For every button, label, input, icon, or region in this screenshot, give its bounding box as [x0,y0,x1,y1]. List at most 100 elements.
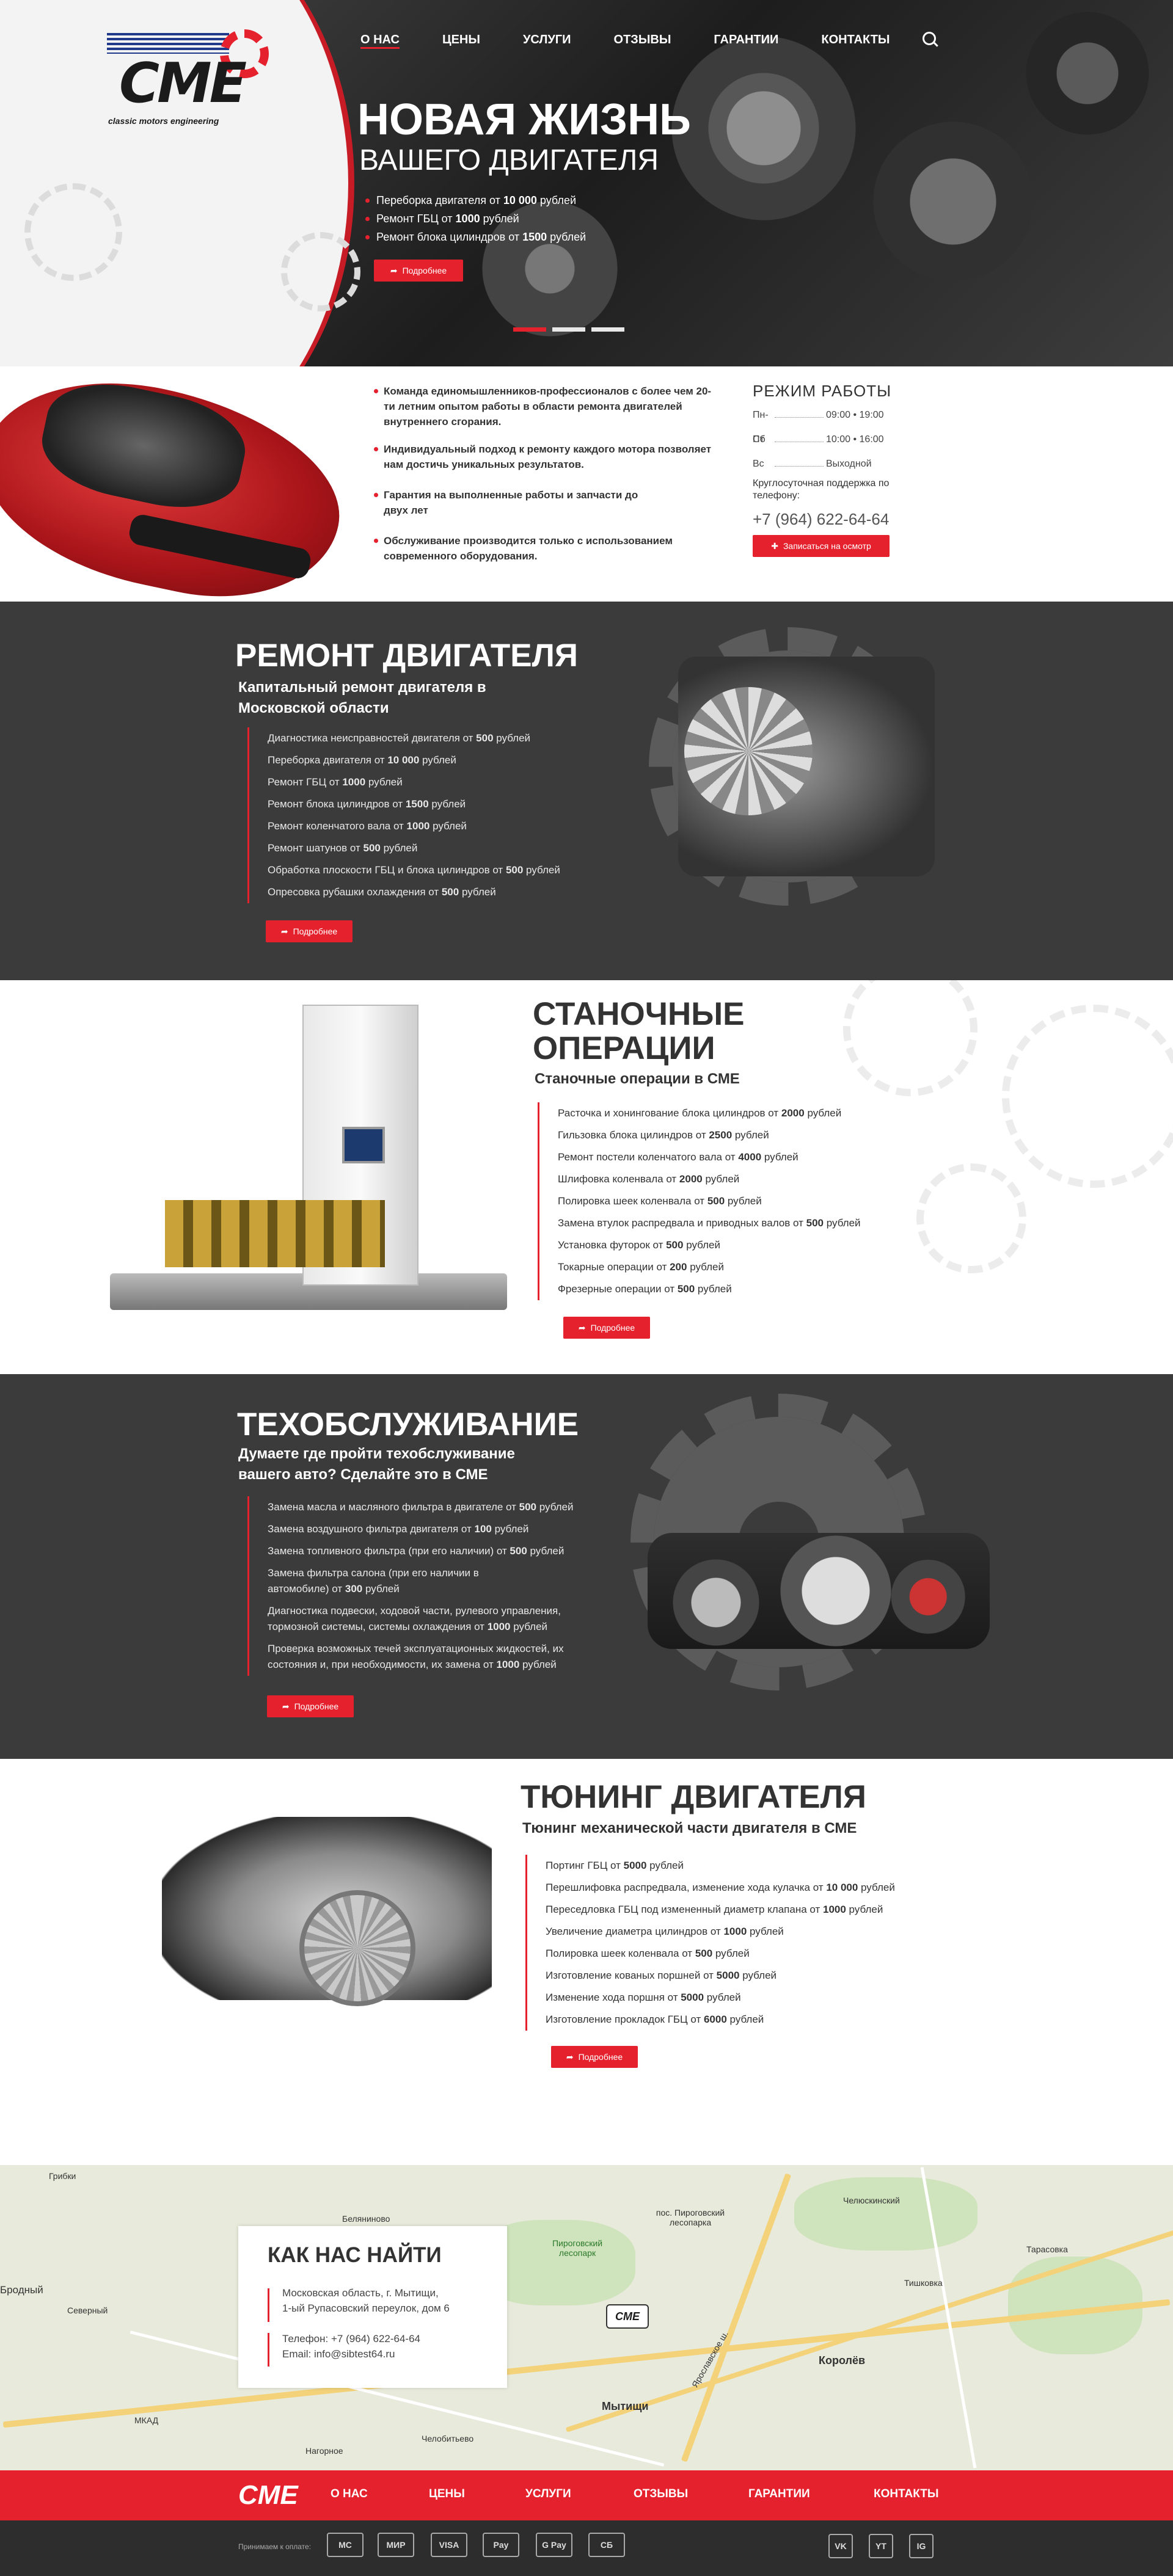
section-title: ТЕХОБСЛУЖИВАНИЕ [237,1406,579,1443]
section-title: РЕМОНТ ДВИГАТЕЛЯ [235,638,578,674]
nav-item-about[interactable]: О НАС [360,31,400,49]
feature-item: Команда единомышленников-профессионалов … [374,384,716,429]
repair-details-button[interactable]: ➦ Подробнее [266,920,353,942]
footer-nav-prices[interactable]: ЦЕНЫ [429,2487,465,2501]
flywheel [299,1890,415,2006]
service-item: Ремонт постели коленчатого вала от 4000 … [558,1151,798,1163]
map-label: Грибки [49,2171,76,2181]
hero-details-button[interactable]: ➦ Подробнее [374,260,463,282]
footer-nav-contacts[interactable]: КОНТАКТЫ [874,2487,939,2501]
nav-item-reviews[interactable]: ОТЗЫВЫ [614,31,671,49]
service-list: Замена масла и масляного фильтра в двига… [247,1496,614,1676]
service-item: Увеличение диаметра цилиндров от 1000 ру… [546,1926,784,1937]
hero-subtitle: ВАШЕГО ДВИГАТЕЛЯ [359,144,659,176]
share-arrow-icon: ➦ [390,265,398,275]
phone-number[interactable]: +7 (964) 622-64-64 [753,508,905,530]
map-label: пос. Пироговский лесопарка [656,2208,725,2227]
parts-image [648,1533,990,1649]
payment-label: Принимаем к оплате: [238,2542,312,2551]
machining-details-button[interactable]: ➦ Подробнее [563,1317,650,1339]
engine-repair-section: РЕМОНТ ДВИГАТЕЛЯ Капитальный ремонт двиг… [0,602,1173,980]
section-title: ТЮНИНГ ДВИГАТЕЛЯ [521,1779,866,1815]
nav-item-services[interactable]: УСЛУГИ [523,31,571,49]
map-label: МКАД [134,2415,159,2425]
map-marker[interactable]: CME [606,2304,649,2329]
mir-icon: МИР [378,2533,414,2557]
gear-decoration [281,232,360,311]
service-item: Диагностика неисправностей двигателя от … [268,732,531,744]
gear-decoration [843,980,978,1096]
service-item: Шлифовка коленвала от 2000 рублей [558,1173,740,1185]
service-item: Проверка возможных течей эксплуатационны… [268,1643,564,1670]
support-text: Круглосуточная поддержка по телефону: [753,478,890,501]
slider-dot[interactable] [513,327,546,332]
service-item: Изготовление кованых поршней от 5000 руб… [546,1970,777,1981]
service-list: Портинг ГБЦ от 5000 рублей Перешлифовка … [525,1855,895,2031]
contact-email[interactable]: Email: info@sibtest64.ru [282,2348,395,2360]
map-label: Челобитьево [422,2434,474,2443]
maintenance-details-button[interactable]: ➦ Подробнее [267,1695,354,1717]
service-item: Перешлифовка распредвала, изменение хода… [546,1882,895,1893]
footer-nav-about[interactable]: О НАС [331,2487,368,2501]
about-section: Команда единомышленников-профессионалов … [0,366,1173,602]
service-item: Обработка плоскости ГБЦ и блока цилиндро… [268,864,560,876]
logo[interactable]: CME classic motors engineering [107,24,296,134]
footer-bottom: Принимаем к оплате: MC МИР VISA Pay G Pa… [0,2520,1173,2576]
search-icon[interactable] [923,32,936,45]
mastercard-icon: MC [327,2533,364,2557]
sberbank-icon: СБ [588,2533,625,2557]
map-label: Челюскинский [843,2196,900,2205]
service-item: Ремонт коленчатого вала от 1000 рублей [268,820,467,832]
share-arrow-icon: ➦ [280,926,288,936]
nav-item-contacts[interactable]: КОНТАКТЫ [821,31,890,49]
nav-item-guarantees[interactable]: ГАРАНТИИ [714,31,778,49]
youtube-icon[interactable]: YT [869,2534,893,2558]
feature-item: Индивидуальный подход к ремонту каждого … [374,442,716,472]
service-item: Расточка и хонингование блока цилиндров … [558,1107,842,1119]
footer-nav-guarantees[interactable]: ГАРАНТИИ [748,2487,810,2501]
gear-decoration [916,1163,1026,1273]
hours-row: Пн-Пт 09:00 • 19:00 [753,403,905,445]
working-hours: РЕЖИМ РАБОТЫ Пн-Пт 09:00 • 19:00 Сб 10:00 … [753,379,905,557]
map-label: Бродный [0,2284,43,2296]
service-list: Расточка и хонингование блока цилиндров … [538,1102,861,1300]
contact-card: КАК НАС НАЙТИ Московская область, г. Мыт… [238,2226,507,2388]
contact-phone[interactable]: Телефон: +7 (964) 622-64-64 [282,2333,420,2345]
service-item: Токарные операции от 200 рублей [558,1261,724,1273]
tuning-details-button[interactable]: ➦ Подробнее [551,2046,638,2068]
car-image [0,366,359,602]
machine-block [165,1200,385,1267]
slider-dot[interactable] [552,327,585,332]
map-label: Пироговский лесопарк [552,2238,603,2258]
section-subtitle: Капитальный ремонт двигателя в Московско… [238,679,486,716]
book-inspection-button[interactable]: ✚ Записаться на осмотр [753,535,890,557]
section-title: СТАНОЧНЫЕ ОПЕРАЦИИ [533,996,745,1066]
google-pay-icon: G Pay [536,2533,572,2557]
nav-item-prices[interactable]: ЦЕНЫ [442,31,480,49]
service-item: Замена топливного фильтра (при его налич… [268,1545,565,1557]
footer-nav-services[interactable]: УСЛУГИ [525,2487,571,2501]
instagram-icon[interactable]: IG [909,2534,934,2558]
apple-pay-icon: Pay [483,2533,519,2557]
tuning-section: ТЮНИНГ ДВИГАТЕЛЯ Тюнинг механической час… [0,1759,1173,2165]
vk-icon[interactable]: VK [828,2534,853,2558]
slider-dot[interactable] [591,327,624,332]
visa-icon: VISA [431,2533,467,2557]
share-arrow-icon: ➦ [282,1701,290,1711]
feature-item: Обслуживание производится только с испол… [374,533,716,564]
machining-section: СТАНОЧНЫЕ ОПЕРАЦИИ Станочные операции в С… [0,980,1173,1374]
section-subtitle: Думаете где пройти техобслуживание вашег… [238,1446,515,1483]
plus-icon: ✚ [771,540,778,551]
service-item: Установка футорок от 500 рублей [558,1239,720,1251]
hero-bullets: Переборка двигателя от 10 000 рублей Рем… [365,191,586,246]
service-item: Изготовление прокладок ГБЦ от 6000 рубле… [546,2014,764,2025]
service-item: Ремонт блока цилиндров от 1500 рублей [268,798,466,810]
footer-logo[interactable]: CME [238,2474,299,2517]
hours-row: Вс Выходной [753,452,905,476]
map-section[interactable]: Грибки Беляниново пос. Пироговский лесоп… [0,2165,1173,2470]
service-item: Переседловка ГБЦ под измененный диаметр … [546,1904,883,1915]
service-item: Замена втулок распредвала и приводных ва… [558,1217,861,1229]
map-road [2,2299,1171,2428]
footer-nav-reviews[interactable]: ОТЗЫВЫ [634,2487,688,2501]
section-subtitle: Тюнинг механической части двигателя в СМ… [522,1820,857,1836]
